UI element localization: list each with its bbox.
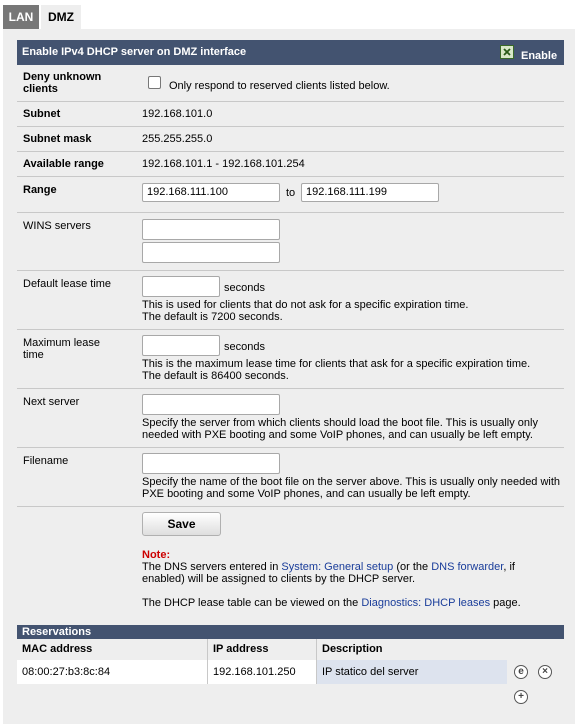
wins-server-1-input[interactable] bbox=[142, 219, 280, 240]
add-icon[interactable]: + bbox=[514, 690, 528, 704]
next-server-help-1: Specify the server from which clients sh… bbox=[142, 417, 538, 429]
filename-help-2: PXE booting and some VoIP phones, and ca… bbox=[142, 488, 471, 500]
row-next-server: Next server Specify the server from whic… bbox=[17, 389, 564, 448]
wins-server-2-input[interactable] bbox=[142, 242, 280, 263]
note-block: Note: The DNS servers entered in System:… bbox=[142, 549, 521, 609]
note-line-3: The DHCP lease table can be viewed on th… bbox=[142, 597, 521, 609]
note-line-1: The DNS servers entered in System: Gener… bbox=[142, 561, 515, 573]
save-button[interactable]: Save bbox=[142, 512, 221, 536]
deny-unknown-label: Deny unknown clients bbox=[23, 71, 102, 95]
enable-checkbox[interactable] bbox=[500, 45, 514, 59]
next-server-input[interactable] bbox=[142, 394, 280, 415]
row-subnet: Subnet 192.168.101.0 bbox=[17, 102, 564, 127]
default-lease-help-2: The default is 7200 seconds. bbox=[142, 311, 283, 323]
default-lease-unit: seconds bbox=[224, 282, 265, 294]
table-row[interactable]: 08:00:27:b3:8c:84 192.168.101.250 IP sta… bbox=[17, 660, 564, 684]
range-to-input[interactable]: 192.168.111.199 bbox=[301, 183, 439, 202]
section-title: Enable IPv4 DHCP server on DMZ interface bbox=[22, 46, 247, 58]
row-default-lease: Default lease time seconds This is used … bbox=[17, 271, 564, 330]
reservations-header: Reservations bbox=[17, 625, 564, 639]
deny-unknown-text: Only respond to reserved clients listed … bbox=[169, 80, 390, 92]
subnet-mask-value: 255.255.255.0 bbox=[142, 133, 213, 145]
max-lease-input[interactable] bbox=[142, 335, 220, 356]
note-title: Note: bbox=[142, 549, 171, 561]
row-wins-servers: WINS servers bbox=[17, 213, 564, 271]
reservations-table: Reservations MAC address IP address Desc… bbox=[17, 625, 564, 704]
default-lease-input[interactable] bbox=[142, 276, 220, 297]
default-lease-help-1: This is used for clients that do not ask… bbox=[142, 299, 469, 311]
tab-lan[interactable]: LAN bbox=[3, 5, 39, 29]
max-lease-label: Maximum lease time bbox=[23, 337, 101, 361]
dns-forwarder-link[interactable]: DNS forwarder bbox=[431, 561, 503, 573]
wins-servers-label: WINS servers bbox=[23, 220, 91, 232]
next-server-label: Next server bbox=[23, 396, 80, 408]
row-subnet-mask: Subnet mask 255.255.255.0 bbox=[17, 127, 564, 152]
reservations-columns: MAC address IP address Description bbox=[17, 639, 564, 660]
note-line-2: enabled) will be assigned to clients by … bbox=[142, 573, 416, 585]
dhcp-leases-link[interactable]: Diagnostics: DHCP leases bbox=[361, 597, 490, 609]
reservation-mac: 08:00:27:b3:8c:84 bbox=[17, 660, 208, 684]
col-mac-address: MAC address bbox=[17, 639, 208, 660]
general-setup-link[interactable]: System: General setup bbox=[281, 561, 393, 573]
filename-input[interactable] bbox=[142, 453, 280, 474]
col-description: Description bbox=[322, 643, 383, 655]
range-label: Range bbox=[23, 184, 57, 196]
tab-dmz[interactable]: DMZ bbox=[41, 5, 81, 29]
filename-help-1: Specify the name of the boot file on the… bbox=[142, 476, 561, 488]
row-range: Range 192.168.111.100 to 192.168.111.199 bbox=[17, 177, 564, 213]
col-ip-address: IP address bbox=[208, 639, 317, 660]
range-to-label: to bbox=[286, 187, 296, 199]
max-lease-help-2: The default is 86400 seconds. bbox=[142, 370, 289, 382]
reservation-ip: 192.168.101.250 bbox=[208, 660, 317, 684]
range-from-input[interactable]: 192.168.111.100 bbox=[142, 183, 280, 202]
edit-icon[interactable]: e bbox=[514, 665, 528, 679]
row-filename: Filename Specify the name of the boot fi… bbox=[17, 448, 564, 507]
subnet-mask-label: Subnet mask bbox=[23, 133, 92, 145]
reservation-description: IP statico del server bbox=[317, 660, 507, 684]
deny-unknown-checkbox[interactable] bbox=[148, 76, 161, 89]
dhcp-settings-table: Enable IPv4 DHCP server on DMZ interface… bbox=[17, 40, 564, 609]
delete-icon[interactable]: × bbox=[538, 665, 552, 679]
row-max-lease: Maximum lease time seconds This is the m… bbox=[17, 330, 564, 389]
enable-label: Enable bbox=[521, 50, 558, 62]
available-range-value: 192.168.101.1 - 192.168.101.254 bbox=[142, 158, 305, 170]
row-available-range: Available range 192.168.101.1 - 192.168.… bbox=[17, 152, 564, 177]
subnet-value: 192.168.101.0 bbox=[142, 108, 213, 120]
max-lease-help-1: This is the maximum lease time for clien… bbox=[142, 358, 531, 370]
default-lease-label: Default lease time bbox=[23, 278, 112, 290]
filename-label: Filename bbox=[23, 455, 69, 467]
check-icon bbox=[503, 48, 511, 56]
section-header: Enable IPv4 DHCP server on DMZ interface… bbox=[17, 40, 564, 65]
dhcp-panel: Enable IPv4 DHCP server on DMZ interface… bbox=[3, 29, 575, 724]
subnet-label: Subnet bbox=[23, 108, 61, 120]
row-deny-unknown: Deny unknown clients Only respond to res… bbox=[17, 65, 564, 102]
next-server-help-2: needed with PXE booting and some VoIP ph… bbox=[142, 429, 533, 441]
available-range-label: Available range bbox=[23, 158, 104, 170]
max-lease-unit: seconds bbox=[224, 341, 265, 353]
